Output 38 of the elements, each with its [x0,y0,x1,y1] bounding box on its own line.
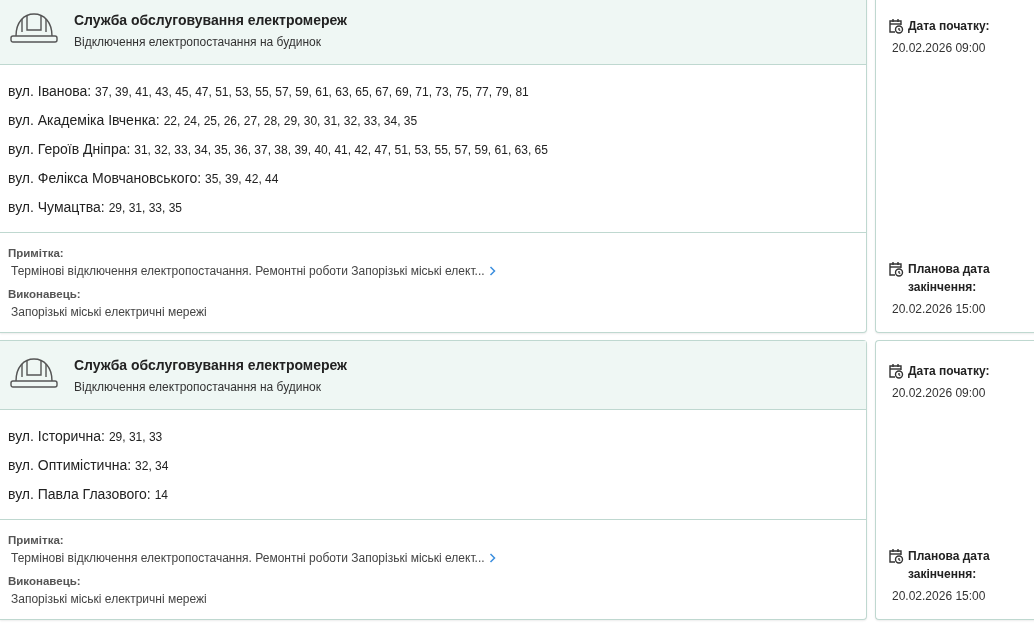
helmet-icon [10,10,58,44]
end-date: 20.02.2026 15:00 [891,302,987,316]
address-line: вул. Оптимістична: 32, 34 [8,456,170,475]
expand-link[interactable] [488,553,496,563]
chevron-right-icon [488,266,496,276]
address-line: вул. Іванова: 37, 39, 41, 43, 45, 47, 51, 53, 55, 57, 59, 61, 63, 65, 67, 69, 71, 73, 75, 77, 79, 81 [8,82,530,101]
note-text: Термінові відключення електропостачання. Ремонтні роботи Запорізькі міські елект... [11,264,485,278]
address-line: вул. Фелікса Мовчановського: 35, 39, 42, 44 [8,169,280,188]
address-line: вул. Академіка Івченка: 22, 24, 25, 26, 27, 28, 29, 30, 31, 32, 33, 34, 35 [8,111,419,130]
executor-label: Виконавець: [8,575,82,587]
end-date: 20.02.2026 15:00 [891,589,987,603]
start-date: 20.02.2026 09:00 [891,41,987,55]
note-label: Примітка: [8,534,65,546]
executor-text: Запорізькі міські електричні мережі [11,592,207,606]
helmet-icon [10,355,58,389]
address-line: вул. Павла Глазового: 14 [8,485,169,504]
start-date-label: Дата початку: [908,18,990,35]
executor-label: Виконавець: [8,288,82,300]
address-line: вул. Героїв Дніпра: 31, 32, 33, 34, 35, 36, 37, 38, 39, 40, 41, 42, 47, 51, 53, 55, 57, 59, 61, 63, 65 [8,140,549,159]
end-date-label: Планова дата закінчення: [908,261,991,296]
chevron-right-icon [488,553,496,563]
outage-type: Відключення електропостачання на будинок [74,380,323,394]
calendar-clock-icon [888,548,904,564]
calendar-clock-icon [888,261,904,277]
executor-text: Запорізькі міські електричні мережі [11,305,207,319]
start-date: 20.02.2026 09:00 [891,386,987,400]
expand-link[interactable] [488,266,496,276]
note-label: Примітка: [8,247,65,259]
start-date-label: Дата початку: [908,363,990,380]
calendar-clock-icon [888,18,904,34]
address-line: вул. Історична: 29, 31, 33 [8,427,164,446]
note-text: Термінові відключення електропостачання. Ремонтні роботи Запорізькі міські елект... [11,551,485,565]
end-date-label: Планова дата закінчення: [908,548,991,583]
calendar-clock-icon [888,363,904,379]
service-title: Служба обслуговування електромереж [74,12,348,28]
outage-type: Відключення електропостачання на будинок [74,35,323,49]
address-line: вул. Чумацтва: 29, 31, 33, 35 [8,198,184,217]
service-title: Служба обслуговування електромереж [74,357,348,373]
